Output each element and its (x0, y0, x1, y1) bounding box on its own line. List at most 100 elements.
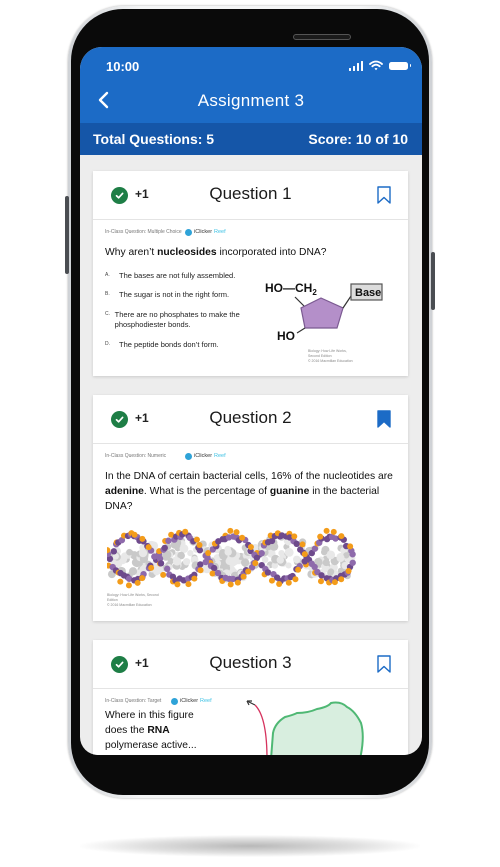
dna-phosphate-atom (125, 582, 132, 589)
question-meta: In-Class Question: Numeric iClicker Reef (105, 450, 396, 462)
dna-phosphate-atom (338, 533, 345, 540)
dna-phosphate-atom (196, 542, 203, 549)
answer-option: B. The sugar is not in the right form. (105, 290, 230, 300)
app-header: 10:00 Assignment 3 (80, 47, 422, 123)
status-icons (348, 60, 411, 71)
dna-phosphate-atom (338, 576, 345, 583)
cell-target-figure (246, 700, 364, 755)
dna-phosphate-atom (323, 527, 330, 534)
question-slide: In-Class Question: Target iClicker Reef … (93, 689, 408, 755)
dna-phosphate-atom (182, 528, 189, 535)
dna-backbone-atom (253, 554, 261, 562)
dna-phosphate-atom (245, 568, 252, 575)
dna-backbone-atom (165, 537, 172, 544)
question-title: Question 2 (209, 408, 292, 427)
total-questions: Total Questions: 5 (93, 131, 215, 147)
status-time: 10:00 (106, 59, 140, 74)
dna-phosphate-atom (185, 581, 192, 588)
dna-phosphate-atom (330, 528, 337, 535)
iclicker-logo-icon (185, 228, 192, 236)
dna-phosphate-atom (240, 573, 247, 580)
dna-phosphate-atom (345, 568, 352, 575)
bookmark-outline-icon[interactable] (377, 655, 391, 673)
dna-phosphate-atom (347, 543, 354, 550)
dna-phosphate-atom (145, 544, 152, 551)
dna-phosphate-atom (301, 551, 308, 558)
dna-atom (293, 555, 301, 564)
dna-phosphate-atom (174, 581, 181, 588)
dna-atom (285, 562, 292, 569)
dna-phosphate-atom (227, 581, 234, 588)
question-list: +1 Question 1 In-Class Question: Multipl… (80, 155, 422, 755)
answer-option: D. The peptide bonds don’t form. (105, 339, 219, 349)
dna-atom (284, 547, 294, 557)
dna-phosphate-atom (193, 536, 200, 543)
question-type: In-Class Question: Multiple Choice (105, 229, 182, 235)
dna-phosphate-atom (276, 581, 283, 588)
wifi-icon (369, 60, 383, 71)
iclicker-logo-icon (185, 452, 192, 460)
question-title: Question 1 (209, 184, 292, 203)
dna-backbone-atom (151, 553, 158, 560)
question-card[interactable]: +1 Question 2 In-Class Question: Numeric… (93, 395, 408, 621)
dna-atom (261, 556, 269, 563)
dna-phosphate-atom (191, 575, 198, 582)
bookmark-outline-icon[interactable] (377, 186, 391, 204)
question-slide: In-Class Question: Multiple Choice iClic… (93, 220, 408, 376)
dna-phosphate-atom (233, 529, 240, 536)
dna-atom (126, 548, 133, 556)
dna-phosphate-atom (131, 531, 138, 538)
cellular-signal-icon (348, 60, 363, 71)
iclicker-reef-logo: iClicker Reef (185, 228, 226, 236)
phone-volume-button (65, 196, 69, 274)
dna-phosphate-atom (197, 567, 204, 574)
nucleoside-diagram: HO—CH2 Base HO (265, 281, 383, 343)
dna-atom (336, 553, 345, 563)
question-type: In-Class Question: Target (105, 698, 162, 704)
dna-phosphate-atom (295, 566, 302, 573)
question-slide: In-Class Question: Numeric iClicker Reef… (93, 444, 408, 621)
dna-backbone-atom (210, 564, 218, 572)
dna-atom (321, 549, 328, 556)
dna-backbone-atom (349, 551, 356, 558)
answer-option: A. The bases are not fully assembled. (105, 270, 236, 280)
iclicker-reef-logo: iClicker Reef (171, 697, 212, 705)
dna-atom (240, 558, 250, 567)
question-card[interactable]: +1 Question 3 In-Class Question: Target … (93, 640, 408, 755)
dna-phosphate-atom (268, 577, 275, 584)
question-card[interactable]: +1 Question 1 In-Class Question: Multipl… (93, 171, 408, 376)
dna-phosphate-atom (117, 578, 124, 585)
dna-backbone-atom (349, 559, 356, 566)
iclicker-logo-icon (171, 697, 178, 705)
dna-phosphate-atom (252, 560, 259, 567)
ho-label: HO (277, 329, 295, 343)
dna-phosphate-atom (291, 533, 298, 540)
sugar-ring-shape (300, 297, 344, 329)
dna-phosphate-atom (139, 575, 146, 582)
question-title: Question 3 (209, 653, 292, 672)
dna-backbone-atom (293, 540, 300, 548)
phone-speaker (293, 34, 351, 40)
dna-backbone-atom (258, 549, 265, 557)
dna-phosphate-atom (317, 533, 324, 540)
dna-helix-image (107, 527, 356, 589)
assignment-summary: Total Questions: 5 Score: 10 of 10 (80, 123, 422, 155)
dna-atom (128, 567, 138, 576)
dna-atom (276, 556, 285, 564)
dna-atom (327, 568, 335, 575)
dna-phosphate-atom (331, 579, 338, 586)
dna-backbone-atom (157, 560, 165, 567)
question-prompt: In the DNA of certain bacterial cells, 1… (105, 471, 393, 512)
ho-ch2-label: HO—CH2 (265, 281, 317, 297)
dna-phosphate-atom (160, 571, 167, 578)
dna-phosphate-atom (317, 578, 324, 585)
question-card-header: +1 Question 1 (93, 171, 408, 220)
iclicker-reef-logo: iClicker Reef (185, 452, 226, 460)
bookmark-filled-icon[interactable] (377, 410, 391, 428)
dna-atom (224, 548, 232, 556)
dna-phosphate-atom (139, 535, 146, 542)
figure-credit: Biology: How Life Works, Second Edition … (308, 349, 353, 364)
page-title: Assignment 3 (197, 91, 305, 110)
battery-icon (389, 61, 411, 70)
question-card-header: +1 Question 2 (93, 395, 408, 444)
